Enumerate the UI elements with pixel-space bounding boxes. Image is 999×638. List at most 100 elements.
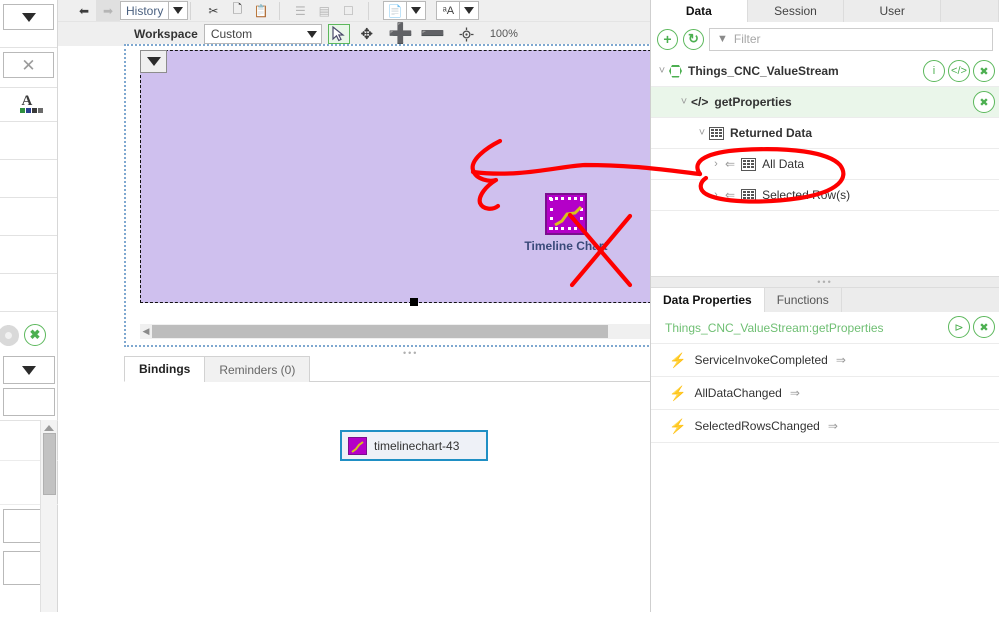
tree-row-getproperties[interactable]: ˅ </> getProperties ✖ — [651, 87, 999, 118]
close-icon[interactable]: ✖ — [973, 91, 995, 113]
font-color-icon: A — [18, 93, 43, 116]
close-icon[interactable]: ✖ — [973, 60, 995, 82]
event-label: ServiceInvokeCompleted — [694, 353, 828, 367]
binding-chip-timelinechart[interactable]: timelinechart-43 — [340, 430, 488, 461]
pan-tool-button[interactable]: ✥ — [356, 24, 378, 44]
refresh-data-button[interactable]: ↻ — [683, 28, 704, 50]
add-data-button[interactable]: + — [657, 28, 678, 50]
redo-button[interactable]: ➡ — [96, 0, 120, 21]
tree-row-all-data[interactable]: › ⇐ All Data — [651, 149, 999, 180]
event-row-service-invoke-completed[interactable]: ⚡ ServiceInvokeCompleted ⇒ — [651, 344, 999, 377]
left-text-input-1[interactable] — [3, 388, 55, 416]
bind-arrow-icon[interactable]: ⇐ — [725, 157, 735, 171]
tab-functions[interactable]: Functions — [764, 288, 842, 312]
history-dropdown-button[interactable] — [169, 1, 189, 20]
event-row-all-data-changed[interactable]: ⚡ AllDataChanged ⇒ — [651, 377, 999, 410]
canvas-horizontal-scrollbar[interactable]: ◀ ▶ — [140, 324, 686, 339]
hscrollbar-thumb[interactable] — [152, 325, 608, 338]
filter-placeholder: Filter — [733, 32, 761, 46]
left-dropdown-button[interactable] — [3, 4, 54, 30]
scrollbar-thumb[interactable] — [42, 433, 56, 495]
filter-input[interactable]: ▼ Filter — [709, 27, 993, 51]
left-font-row[interactable]: A — [0, 88, 57, 122]
scroll-left-arrow-icon[interactable]: ◀ — [140, 326, 152, 337]
tree-row-getproperties-label: getProperties — [714, 95, 792, 109]
zoom-out-button[interactable]: ➖ — [420, 24, 445, 44]
tab-reminders[interactable]: Reminders (0) — [204, 356, 311, 382]
layers-dropdown-button[interactable] — [407, 1, 427, 20]
tab-data-label: Data — [685, 4, 712, 18]
close-icon[interactable]: ✖ — [973, 316, 995, 338]
timeline-chart-icon — [545, 193, 587, 235]
center-view-button[interactable] — [456, 24, 478, 44]
event-row-selected-rows-changed[interactable]: ⚡ SelectedRowsChanged ⇒ — [651, 410, 999, 443]
tree-row-selected-rows[interactable]: › ⇐ Selected Row(s) — [651, 180, 999, 211]
left-scrollbar[interactable] — [40, 420, 57, 612]
tree-row-returned-data[interactable]: ˅ Returned Data — [651, 118, 999, 149]
timeline-chart-icon — [348, 436, 367, 455]
redo-arrow-icon: ➡ — [102, 3, 114, 18]
properties-title: Things_CNC_ValueStream:getProperties — [665, 320, 884, 335]
caret-down-icon — [306, 30, 317, 38]
workspace-select[interactable]: Custom — [203, 24, 322, 44]
undo-button[interactable]: ⬅ — [72, 0, 96, 21]
share-icon[interactable]: ⊳ — [948, 316, 970, 338]
table-icon — [709, 126, 724, 140]
resize-handle-bottom[interactable] — [410, 298, 418, 306]
widget-label: Timeline Chart — [524, 239, 608, 253]
properties-tab-bar: Data Properties Functions — [651, 288, 999, 312]
toolbar-separator-2 — [279, 1, 281, 20]
left-close-button[interactable]: ✕ — [3, 52, 54, 78]
history-button[interactable]: History — [120, 1, 170, 20]
text-style-dropdown-button[interactable] — [460, 1, 480, 20]
tree-row-thing[interactable]: ˅ Things_CNC_ValueStream i </> ✖ — [651, 56, 999, 87]
history-label: History — [126, 3, 164, 18]
right-panel-splitter[interactable]: ••• — [651, 276, 999, 288]
plus-icon: ➕ — [388, 23, 414, 45]
gear-icon[interactable] — [0, 324, 19, 346]
cut-button[interactable]: ✂ — [201, 0, 225, 21]
tab-data[interactable]: Data — [651, 0, 748, 22]
green-close-icon[interactable]: ✖ — [24, 324, 46, 346]
copy-button[interactable]: 🗋 — [225, 0, 249, 21]
implement-arrow-icon[interactable]: ⇒ — [790, 386, 800, 400]
chevron-down-icon[interactable]: ˅ — [695, 127, 709, 139]
text-style-button[interactable]: ᵃA — [436, 1, 461, 20]
undo-arrow-icon: ⬅ — [78, 3, 90, 18]
toolbar-separator-3 — [368, 1, 370, 20]
tab-data-properties[interactable]: Data Properties — [651, 288, 765, 312]
getproperties-row-actions: ✖ — [973, 91, 995, 113]
tab-bindings[interactable]: Bindings — [124, 356, 206, 382]
select-tool-button[interactable] — [327, 24, 350, 44]
left-blank-row-5 — [0, 274, 57, 312]
bindings-panel: Bindings Reminders (0) timelinechart-43 — [124, 356, 650, 638]
implement-arrow-icon[interactable]: ⇒ — [836, 353, 846, 367]
distribute-button[interactable]: ▤ — [312, 0, 336, 21]
chevron-down-icon[interactable]: ˅ — [655, 65, 669, 77]
paste-button[interactable]: 📋 — [249, 0, 273, 21]
implement-arrow-icon[interactable]: ⇒ — [828, 419, 838, 433]
align-button[interactable]: ☰ — [288, 0, 312, 21]
mashup-container[interactable]: Timeline Chart — [140, 50, 686, 306]
timeline-chart-widget[interactable]: Timeline Chart — [516, 193, 616, 253]
canvas-viewport[interactable]: Timeline Chart ◀ ▶ — [124, 44, 700, 347]
chevron-right-icon[interactable]: › — [709, 158, 723, 170]
text-style-icon: ᵃA — [442, 4, 455, 17]
center-area: ⬅ ➡ History ✂ 🗋 📋 ☰ ▤ ☐ 📄 ᵃA Workspace C… — [58, 0, 700, 638]
tab-session[interactable]: Session — [747, 0, 845, 22]
info-icon[interactable]: i — [923, 60, 945, 82]
tab-data-properties-label: Data Properties — [663, 293, 752, 307]
layers-button[interactable]: 📄 — [383, 1, 408, 20]
left-dropdown-button-2[interactable] — [3, 356, 55, 384]
tab-user[interactable]: User — [844, 0, 942, 22]
zoom-in-button[interactable]: ➕ — [388, 23, 414, 45]
code-icon[interactable]: </> — [948, 60, 970, 82]
right-lower-section: ••• Data Properties Functions Things_CNC… — [651, 276, 999, 443]
table-icon — [741, 188, 757, 202]
scroll-up-arrow-icon[interactable] — [44, 425, 54, 431]
mashup-dropdown-button[interactable] — [140, 50, 167, 73]
chevron-right-icon[interactable]: › — [709, 189, 723, 201]
chevron-down-icon[interactable]: ˅ — [677, 96, 691, 108]
fit-button[interactable]: ☐ — [336, 0, 360, 21]
bind-arrow-icon[interactable]: ⇐ — [725, 188, 735, 202]
